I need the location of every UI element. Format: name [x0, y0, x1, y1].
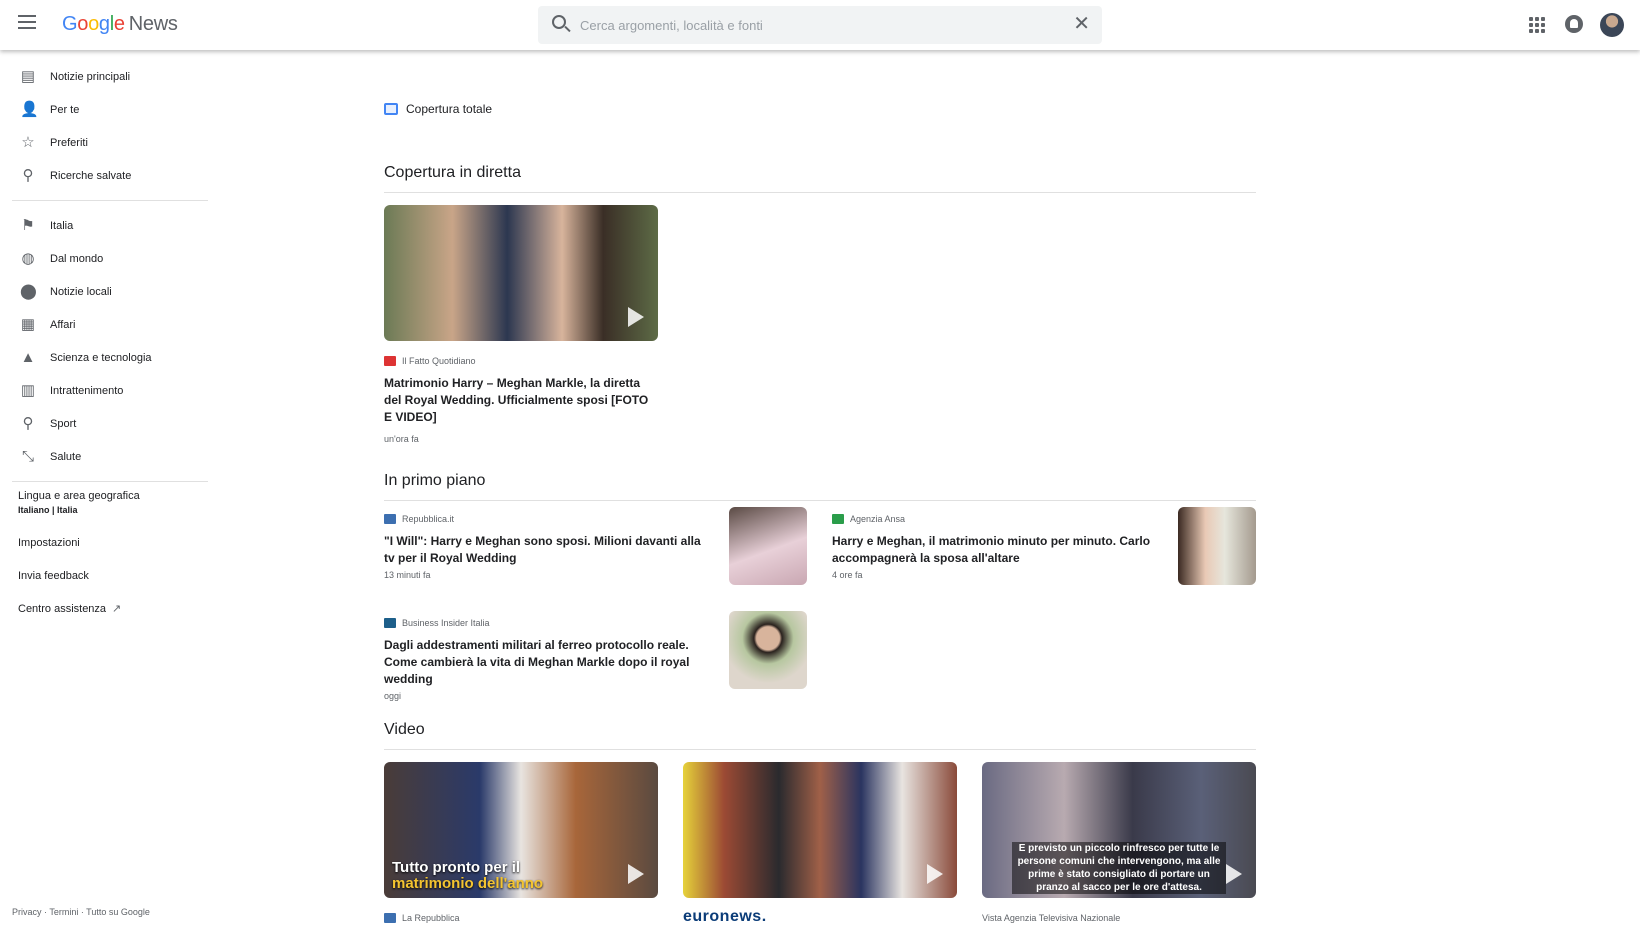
story-thumbnail[interactable]: [729, 611, 807, 689]
story-card[interactable]: Business Insider Italia Dagli addestrame…: [384, 611, 807, 701]
search-input[interactable]: [580, 6, 1060, 44]
footer-links[interactable]: Privacy · Termini · Tutto su Google: [12, 907, 150, 917]
full-coverage-label: Copertura totale: [384, 101, 1256, 117]
sidebar-item-saved-searches[interactable]: ⚲ Ricerche salvate: [0, 159, 210, 192]
avatar[interactable]: [1600, 13, 1624, 37]
building-icon: ▦: [20, 315, 36, 333]
newspaper-icon: ▤: [20, 67, 36, 85]
language-region-link[interactable]: Lingua e area geografica Italiano | Itali…: [0, 490, 210, 526]
sidebar-item-for-you[interactable]: 👤 Per te: [0, 93, 210, 126]
search-icon: ⚲: [22, 166, 34, 184]
video-card[interactable]: E previsto un piccolo rinfresco per tutt…: [982, 762, 1256, 926]
video-thumbnail[interactable]: E previsto un piccolo rinfresco per tutt…: [982, 762, 1256, 898]
flag-icon: ⚑: [21, 216, 35, 234]
live-story-title[interactable]: Matrimonio Harry – Meghan Markle, la dir…: [384, 375, 658, 426]
video-card[interactable]: euronews.: [683, 762, 957, 926]
live-coverage-heading: Copertura in diretta: [384, 164, 1256, 193]
sidebar-item-entertainment[interactable]: ▥ Intrattenimento: [0, 374, 210, 407]
source-logo-icon: [384, 618, 396, 628]
person-icon: 👤: [20, 100, 39, 118]
search-icon[interactable]: [552, 15, 566, 29]
sidebar-item-local[interactable]: ⬤ Notizie locali: [0, 275, 210, 308]
notifications-icon[interactable]: [1565, 15, 1583, 33]
story-card[interactable]: Repubblica.it "I Will": Harry e Meghan s…: [384, 507, 807, 585]
live-story-image[interactable]: [384, 205, 658, 341]
live-story[interactable]: Il Fatto Quotidiano Matrimonio Harry – M…: [384, 205, 658, 444]
sidebar: ▤ Notizie principali 👤 Per te ☆ Preferiti ⚲…: [0, 60, 210, 625]
sidebar-item-top-stories[interactable]: ▤ Notizie principali: [0, 60, 210, 93]
source-logo-icon: [384, 356, 396, 366]
story-thumbnail[interactable]: [1178, 507, 1256, 585]
top-stories: Repubblica.it "I Will": Harry e Meghan s…: [384, 507, 1256, 709]
sidebar-item-favorites[interactable]: ☆ Preferiti: [0, 126, 210, 159]
video-thumbnail[interactable]: Tutto pronto per il matrimonio dell'anno: [384, 762, 658, 898]
euronews-logo: euronews.: [683, 908, 767, 925]
video-heading: Video: [384, 721, 1256, 750]
play-icon: [628, 864, 644, 884]
sidebar-item-business[interactable]: ▦ Affari: [0, 308, 210, 341]
source-logo-icon: [384, 913, 396, 923]
star-icon: ☆: [21, 133, 35, 151]
external-link-icon: ↗: [112, 603, 122, 615]
sidebar-item-health[interactable]: ⤡ Salute: [0, 440, 210, 473]
feedback-link[interactable]: Invia feedback: [0, 559, 210, 592]
health-icon: ⤡: [21, 447, 34, 465]
top-bar: GoogleNews ✕: [0, 0, 1640, 50]
story-thumbnail[interactable]: [729, 507, 807, 585]
main-content: Copertura totale Copertura in diretta Il…: [384, 60, 1256, 926]
pin-icon: ⬤: [20, 282, 37, 300]
sidebar-item-world[interactable]: ◍ Dal mondo: [0, 242, 210, 275]
sidebar-item-science[interactable]: ▲ Scienza e tecnologia: [0, 341, 210, 374]
bike-icon: ⚲: [22, 414, 34, 432]
play-icon: [927, 864, 943, 884]
apps-grid-icon[interactable]: [1529, 17, 1545, 33]
search-bar: ✕: [538, 6, 1102, 44]
top-stories-heading: In primo piano: [384, 472, 1256, 501]
divider: [12, 481, 208, 482]
video-thumbnail[interactable]: [683, 762, 957, 898]
globe-icon: ◍: [21, 249, 35, 267]
story-card[interactable]: Agenzia Ansa Harry e Meghan, il matrimon…: [832, 507, 1256, 585]
source-logo-icon: [832, 514, 844, 524]
flask-icon: ▲: [20, 348, 36, 366]
menu-icon[interactable]: [18, 15, 36, 29]
divider: [12, 200, 208, 201]
settings-link[interactable]: Impostazioni: [0, 526, 210, 559]
google-news-logo[interactable]: Google News: [62, 13, 178, 36]
play-icon: [1226, 864, 1242, 884]
film-icon: ▥: [20, 381, 36, 399]
video-card[interactable]: Tutto pronto per il matrimonio dell'anno …: [384, 762, 658, 926]
sidebar-item-sport[interactable]: ⚲ Sport: [0, 407, 210, 440]
clear-search-icon[interactable]: ✕: [1073, 14, 1090, 34]
help-center-link[interactable]: Centro assistenza ↗: [0, 592, 210, 625]
source-logo-icon: [384, 514, 396, 524]
video-row: Tutto pronto per il matrimonio dell'anno …: [384, 762, 1256, 926]
full-coverage-icon: [384, 103, 398, 115]
sidebar-item-italia[interactable]: ⚑ Italia: [0, 209, 210, 242]
play-icon: [628, 307, 644, 327]
